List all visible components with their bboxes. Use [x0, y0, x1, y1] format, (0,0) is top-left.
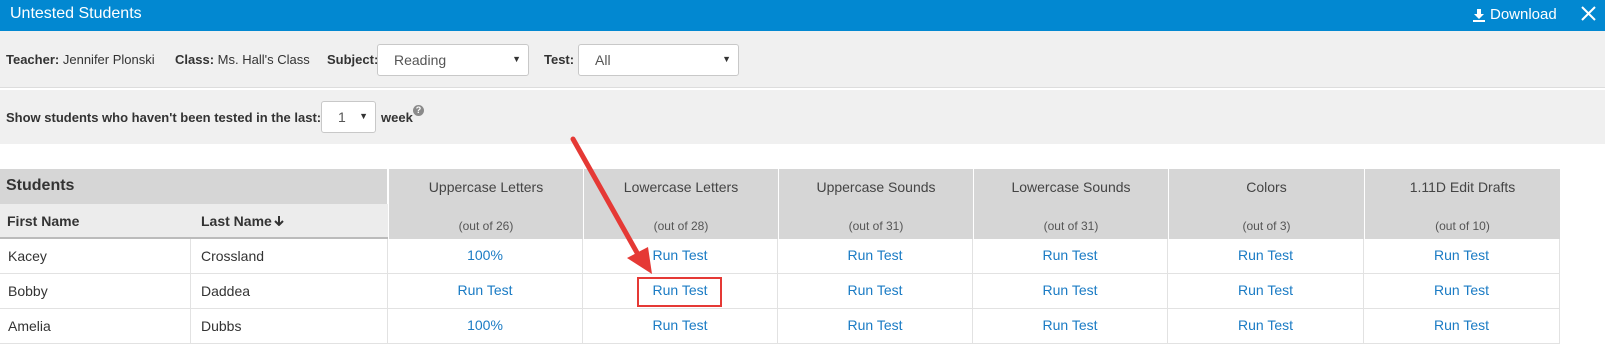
- subject-select[interactable]: Reading ▼: [377, 44, 529, 76]
- week-unit-label: week: [381, 110, 413, 125]
- run-test-link[interactable]: Run Test: [973, 309, 1168, 344]
- table-row: Bobby Daddea Run Test Run Test Run Test Run T…: [0, 274, 1560, 309]
- score-link[interactable]: 100%: [388, 239, 583, 274]
- first-name-cell: Bobby: [0, 274, 191, 309]
- run-test-link[interactable]: Run Test: [583, 239, 778, 274]
- run-test-link[interactable]: Run Test: [1168, 309, 1364, 344]
- caret-down-icon: ▼: [359, 111, 368, 121]
- column-name: 1.11D Edit Drafts: [1409, 179, 1516, 195]
- column-header: Lowercase Letters (out of 28): [583, 169, 778, 239]
- window-title: Untested Students: [10, 5, 142, 22]
- test-select[interactable]: All ▼: [578, 44, 739, 76]
- class-info: Class: Ms. Hall's Class: [175, 52, 310, 67]
- download-label: Download: [1490, 6, 1557, 23]
- run-test-link[interactable]: Run Test: [778, 274, 973, 309]
- column-header: Uppercase Letters (out of 26): [388, 169, 583, 239]
- column-header: 1.11D Edit Drafts (out of 10): [1364, 169, 1560, 239]
- run-test-link[interactable]: Run Test: [1168, 274, 1364, 309]
- run-test-link[interactable]: Run Test: [778, 309, 973, 344]
- highlight-box: [637, 277, 722, 307]
- students-title: Students: [6, 177, 75, 194]
- subject-value: Reading: [394, 52, 447, 68]
- run-test-link[interactable]: Run Test: [1364, 239, 1560, 274]
- run-test-link[interactable]: Run Test: [778, 239, 973, 274]
- caret-down-icon: ▼: [722, 54, 731, 64]
- last-name-cell: Dubbs: [191, 309, 388, 344]
- run-test-link[interactable]: Run Test: [973, 274, 1168, 309]
- subject-label: Subject:: [327, 52, 379, 67]
- run-test-link[interactable]: Run Test: [1364, 309, 1560, 344]
- teacher-name: Jennifer Plonski: [62, 52, 155, 67]
- first-name-cell: Kacey: [0, 239, 191, 274]
- name-column-headers: First Name Last Name: [0, 204, 388, 239]
- column-max-score: (out of 31): [848, 219, 904, 233]
- run-test-link[interactable]: Run Test: [583, 309, 778, 344]
- help-icon[interactable]: ?: [413, 105, 424, 116]
- column-name: Lowercase Letters: [623, 179, 739, 195]
- class-name: Ms. Hall's Class: [217, 52, 310, 67]
- last-name-cell: Daddea: [191, 274, 388, 309]
- first-name-header: First Name: [7, 213, 80, 229]
- column-name: Uppercase Letters: [428, 179, 544, 195]
- run-test-link[interactable]: Run Test: [1168, 239, 1364, 274]
- column-max-score: (out of 10): [1435, 219, 1490, 233]
- close-icon[interactable]: [1580, 5, 1597, 27]
- untested-prompt: Show students who haven't been tested in…: [6, 110, 322, 125]
- run-test-link[interactable]: Run Test: [1364, 274, 1560, 309]
- column-name: Uppercase Sounds: [816, 179, 936, 195]
- filter-bar: Teacher: Jennifer Plonski Class: Ms. Hal…: [0, 31, 1605, 88]
- download-button[interactable]: Download: [1472, 6, 1557, 23]
- teacher-info: Teacher: Jennifer Plonski: [6, 52, 155, 67]
- first-name-cell: Amelia: [0, 309, 191, 344]
- week-count-value: 1: [338, 109, 346, 125]
- column-name: Lowercase Sounds: [1011, 179, 1131, 195]
- caret-down-icon: ▼: [512, 54, 521, 64]
- column-name: Colors: [1246, 179, 1287, 195]
- students-header: Students First Name Last Name: [0, 169, 388, 239]
- run-test-link[interactable]: Run Test: [973, 239, 1168, 274]
- title-bar: Untested Students Download: [0, 0, 1605, 31]
- test-label: Test:: [544, 52, 575, 67]
- column-max-score: (out of 3): [1242, 219, 1291, 233]
- last-name-cell: Crossland: [191, 239, 388, 274]
- week-count-select[interactable]: 1 ▼: [321, 101, 376, 133]
- column-header: Lowercase Sounds (out of 31): [973, 169, 1168, 239]
- untested-period-bar: Show students who haven't been tested in…: [0, 90, 1605, 144]
- last-name-header[interactable]: Last Name: [201, 213, 284, 229]
- table-row: Amelia Dubbs 100% Run Test Run Test Run Test R…: [0, 309, 1560, 344]
- class-label: Class:: [175, 52, 215, 67]
- test-value: All: [595, 52, 611, 68]
- arrow-down-icon: [274, 216, 284, 227]
- table-row: Kacey Crossland 100% Run Test Run Test Run Te…: [0, 239, 1560, 274]
- column-max-score: (out of 31): [1043, 219, 1099, 233]
- score-link[interactable]: 100%: [388, 309, 583, 344]
- teacher-label: Teacher:: [6, 52, 60, 67]
- download-icon: [1473, 8, 1485, 22]
- column-header: Uppercase Sounds (out of 31): [778, 169, 973, 239]
- column-header: Colors (out of 3): [1168, 169, 1364, 239]
- column-max-score: (out of 28): [653, 219, 709, 233]
- run-test-link[interactable]: Run Test: [388, 274, 583, 309]
- column-max-score: (out of 26): [458, 219, 514, 233]
